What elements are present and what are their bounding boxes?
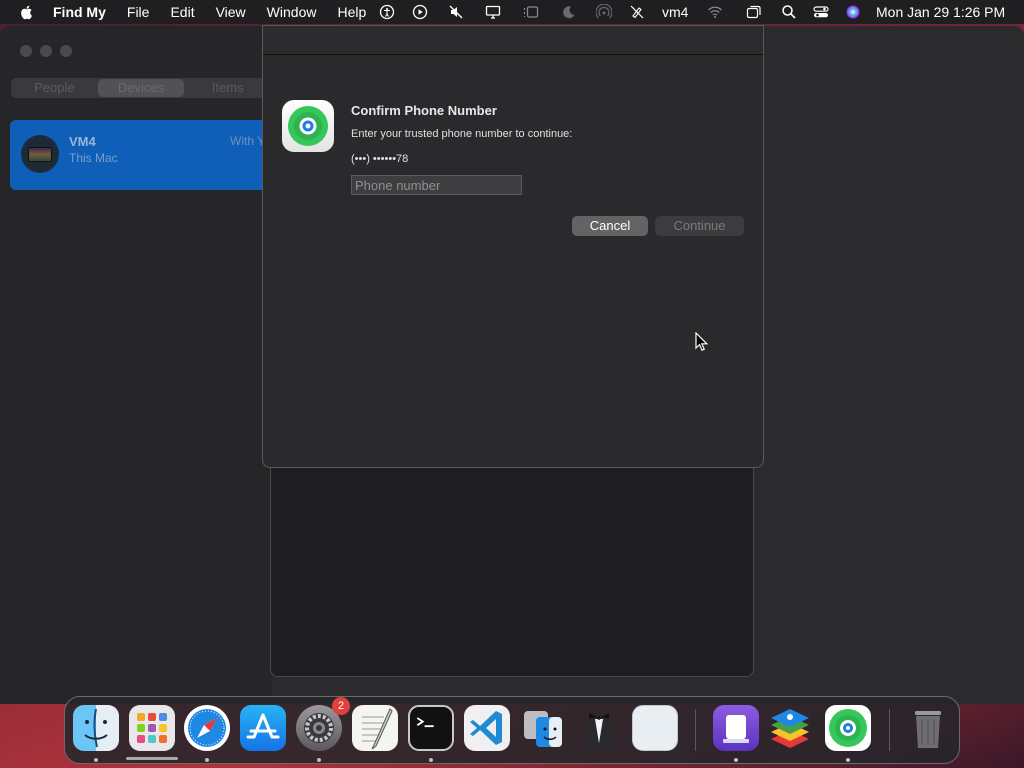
- stage-manager-icon[interactable]: [522, 0, 540, 24]
- menu-file[interactable]: File: [127, 0, 150, 24]
- safari-running-indicator: [205, 758, 209, 762]
- dialog-title: Confirm Phone Number: [351, 103, 497, 118]
- system-settings-icon[interactable]: 2: [296, 697, 350, 751]
- app-store-icon[interactable]: [240, 705, 286, 751]
- tab-items[interactable]: Items: [184, 78, 271, 98]
- spotlight-search-icon[interactable]: [780, 0, 798, 24]
- findmy-app-icon: [282, 100, 334, 152]
- menu-window[interactable]: Window: [267, 0, 317, 24]
- display-icon[interactable]: [484, 0, 502, 24]
- dock: 2: [64, 696, 960, 764]
- bluestacks-icon[interactable]: [767, 705, 813, 751]
- sidebar: People Devices Items VM4 This Mac With Y: [0, 26, 272, 704]
- pen-off-icon[interactable]: [628, 0, 646, 24]
- device-list-item[interactable]: VM4 This Mac With Y: [10, 120, 272, 190]
- device-name: VM4: [69, 134, 96, 149]
- sidebar-tabs: People Devices Items: [11, 78, 271, 98]
- finder-running-indicator: [94, 758, 98, 762]
- play-icon[interactable]: [411, 0, 429, 24]
- mouse-pointer-icon: [695, 332, 709, 351]
- tab-people[interactable]: People: [11, 78, 98, 98]
- cancel-button[interactable]: Cancel: [572, 216, 648, 236]
- minimize-window-button[interactable]: [40, 45, 52, 57]
- background-sheet: [270, 460, 754, 677]
- app-menu[interactable]: Find My: [53, 0, 106, 24]
- menu-help[interactable]: Help: [337, 0, 366, 24]
- device-subtitle: This Mac: [69, 151, 118, 165]
- control-center-icon[interactable]: [812, 0, 830, 24]
- confirm-phone-dialog: Confirm Phone Number Enter your trusted …: [262, 25, 764, 468]
- apple-logo-icon[interactable]: [19, 4, 35, 20]
- trash-icon[interactable]: [905, 705, 951, 751]
- user-name[interactable]: vm4: [662, 0, 688, 24]
- dialog-message: Enter your trusted phone number to conti…: [351, 128, 573, 140]
- masked-phone-number: (•••) ••••••78: [351, 153, 409, 165]
- simulator-icon[interactable]: [713, 705, 759, 751]
- continue-button[interactable]: Continue: [655, 216, 744, 236]
- close-window-button[interactable]: [20, 45, 32, 57]
- launchpad-icon[interactable]: [129, 705, 175, 751]
- zoom-window-button[interactable]: [60, 45, 72, 57]
- mirroring-icon[interactable]: [744, 0, 764, 24]
- dialog-titlebar: [263, 26, 763, 55]
- findmy-dock-icon[interactable]: [825, 705, 871, 751]
- findmy-running-indicator: [846, 758, 850, 762]
- accessibility-icon[interactable]: [378, 0, 396, 24]
- terminal-running-indicator: [429, 758, 433, 762]
- airdrop-icon[interactable]: [594, 0, 614, 24]
- simulator-running-indicator: [734, 758, 738, 762]
- menu-bar: Find My File Edit View Window Help vm4 M…: [0, 0, 1024, 24]
- phone-number-input[interactable]: [351, 175, 522, 195]
- dock-separator: [695, 709, 696, 751]
- clock[interactable]: Mon Jan 29 1:26 PM: [876, 0, 1005, 24]
- menu-edit[interactable]: Edit: [170, 0, 194, 24]
- dock-separator-trash: [889, 709, 890, 751]
- settings-badge: 2: [332, 697, 350, 715]
- bartender-icon[interactable]: [576, 705, 622, 751]
- preview-icon[interactable]: [632, 705, 678, 751]
- focus-moon-icon[interactable]: [560, 0, 578, 24]
- vscode-icon[interactable]: [464, 705, 510, 751]
- menu-view[interactable]: View: [216, 0, 246, 24]
- wifi-icon[interactable]: [706, 0, 724, 24]
- finder-icon[interactable]: [73, 705, 119, 751]
- safari-icon[interactable]: [184, 705, 230, 751]
- device-status: With Y: [230, 134, 266, 148]
- mac-device-icon: [21, 135, 59, 173]
- textedit-icon[interactable]: [352, 705, 398, 751]
- terminal-icon[interactable]: [408, 705, 454, 751]
- mute-icon[interactable]: [447, 0, 465, 24]
- tab-devices[interactable]: Devices: [97, 79, 185, 97]
- dock-scroll-indicator: [126, 757, 178, 760]
- migration-assistant-icon[interactable]: [520, 705, 566, 751]
- settings-running-indicator: [317, 758, 321, 762]
- siri-icon[interactable]: [844, 0, 862, 24]
